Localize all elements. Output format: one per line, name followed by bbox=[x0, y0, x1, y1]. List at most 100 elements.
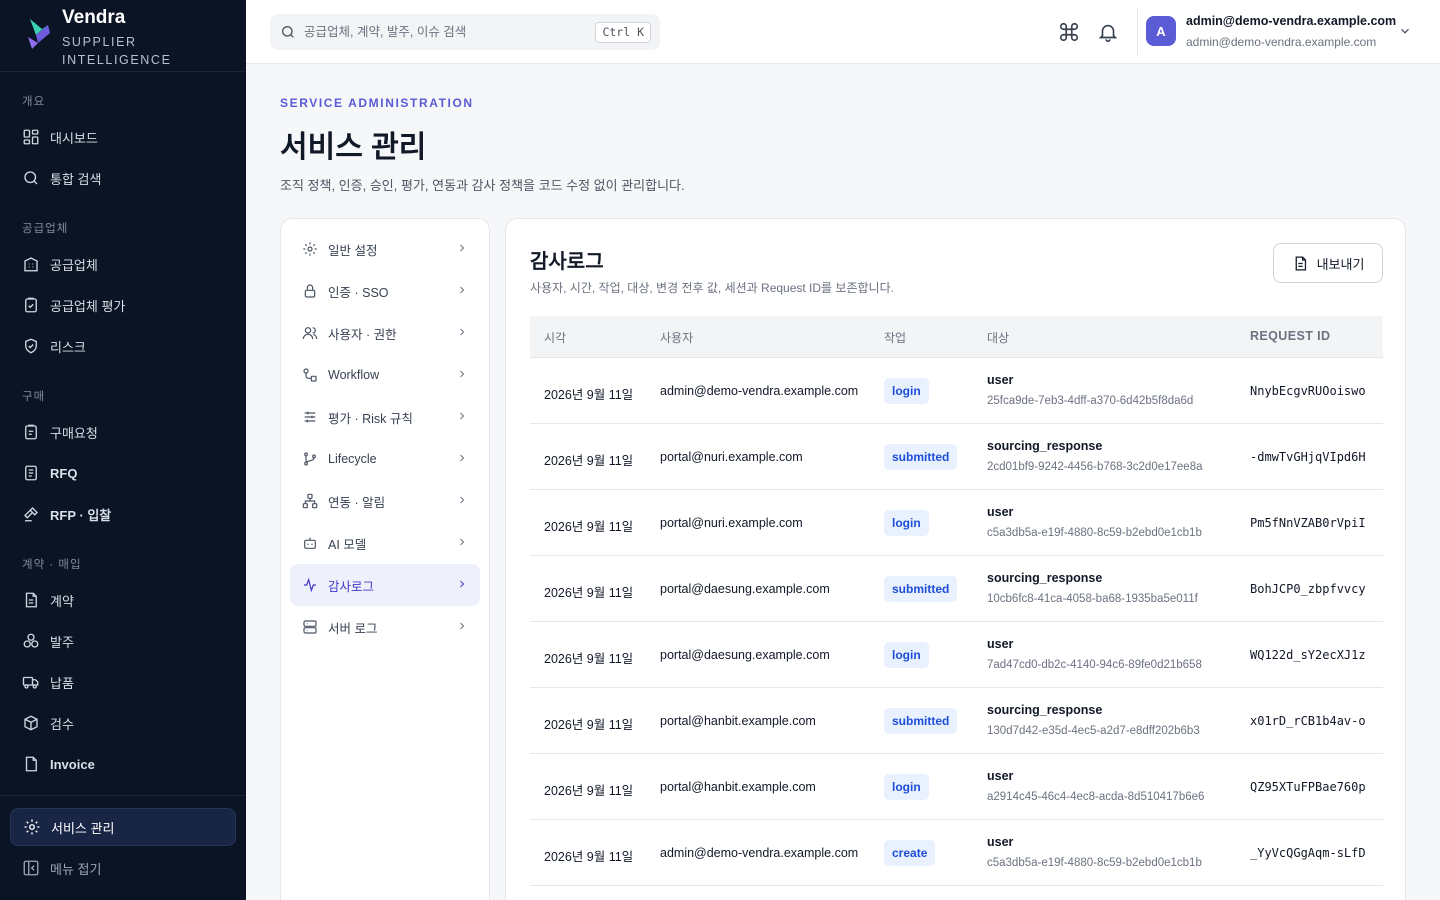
table-row[interactable]: 2026년 9월 11일 portal@nuri.example.com log… bbox=[530, 490, 1383, 556]
cell-target-id: 130d7d42-e35d-4ec5-a2d7-e8dff202b6b3 bbox=[987, 725, 1200, 737]
export-button[interactable]: 내보내기 bbox=[1273, 243, 1383, 283]
table-row[interactable]: 2026년 9월 11일 admin@demo-vendra.example.c… bbox=[530, 358, 1383, 424]
cell-target: sourcing_response bbox=[987, 571, 1103, 585]
cell-request-id: WQ122d_sY2ecXJ1z bbox=[1250, 648, 1366, 662]
table-row[interactable]: 2026년 9월 11일 portal@daesung.example.com … bbox=[530, 622, 1383, 688]
sidebar-item-rfq[interactable]: RFQ bbox=[10, 454, 236, 492]
sidebar-item-rfp[interactable]: RFP · 입찰 bbox=[10, 495, 236, 533]
table-row[interactable]: 2026년 9월 11일 portal@hanbit.example.com s… bbox=[530, 688, 1383, 754]
sidebar-collapse-button[interactable]: 메뉴 접기 bbox=[10, 849, 236, 887]
table-row[interactable]: 2026년 9월 11일 portal@daesung.example.com … bbox=[530, 556, 1383, 622]
nav-section-purchasing: 구매 bbox=[22, 391, 46, 403]
avatar[interactable]: A bbox=[1146, 16, 1176, 46]
column-header-user[interactable]: 사용자 bbox=[660, 329, 693, 346]
cell-user: admin@demo-vendra.example.com bbox=[660, 846, 859, 860]
settings-item-users[interactable]: 사용자 · 권한 bbox=[290, 312, 480, 354]
nav-section-suppliers: 공급업체 bbox=[22, 223, 69, 235]
cell-request-id: x01rD_rCB1b4av-o bbox=[1250, 714, 1366, 728]
search-input[interactable] bbox=[304, 25, 584, 39]
settings-item-audit-log[interactable]: 감사로그 bbox=[290, 564, 480, 606]
chevron-right-icon bbox=[460, 328, 465, 336]
settings-item-ai-model[interactable]: AI 모델 bbox=[290, 522, 480, 564]
settings-item-label: 연동 · 알림 bbox=[328, 495, 386, 510]
table-header: 시각 사용자 작업 대상 REQUEST ID bbox=[530, 316, 1383, 358]
receipt-icon bbox=[22, 755, 40, 773]
sidebar-item-contracts[interactable]: 계약 bbox=[10, 581, 236, 619]
sidebar-item-inspection[interactable]: 검수 bbox=[10, 704, 236, 742]
sidebar-item-orders[interactable]: 발주 bbox=[10, 622, 236, 660]
column-header-action[interactable]: 작업 bbox=[884, 329, 906, 346]
action-badge: submitted bbox=[884, 444, 958, 470]
chevron-right-icon bbox=[460, 454, 465, 462]
action-badge: login bbox=[884, 642, 929, 668]
cell-target-id: 7ad47cd0-db2c-4140-94c6-89fe0d21b658 bbox=[987, 659, 1202, 671]
page-description: 조직 정책, 인증, 승인, 평가, 연동과 감사 정책을 코드 수정 없이 관… bbox=[280, 178, 685, 193]
document-icon bbox=[22, 464, 40, 482]
sidebar-item-dashboard[interactable]: 대시보드 bbox=[10, 118, 236, 156]
settings-item-auth-sso[interactable]: 인증 · SSO bbox=[290, 270, 480, 312]
sidebar-item-risk[interactable]: 리스크 bbox=[10, 327, 236, 365]
cell-target: user bbox=[987, 637, 1014, 651]
sidebar-item-label: 계약 bbox=[50, 593, 74, 609]
table-row[interactable]: 2026년 9월 11일 admin@demo-vendra.example.c… bbox=[530, 820, 1383, 886]
grid-icon bbox=[22, 128, 40, 146]
user-name[interactable]: admin@demo-vendra.example.com bbox=[1186, 14, 1396, 28]
chevron-right-icon bbox=[460, 538, 465, 546]
sidebar-item-label: 통합 검색 bbox=[50, 171, 102, 187]
chevron-down-icon[interactable] bbox=[1398, 24, 1412, 38]
column-header-time[interactable]: 시각 bbox=[544, 329, 566, 346]
settings-item-lifecycle[interactable]: Lifecycle bbox=[290, 438, 480, 480]
page-title: 서비스 관리 bbox=[280, 131, 427, 164]
bell-icon[interactable] bbox=[1097, 21, 1119, 43]
sidebar-item-suppliers[interactable]: 공급업체 bbox=[10, 245, 236, 283]
settings-item-label: 감사로그 bbox=[328, 579, 375, 594]
bot-icon bbox=[302, 535, 318, 551]
action-badge: create bbox=[884, 840, 936, 866]
sidebar-item-label: 구매요청 bbox=[50, 425, 98, 441]
sidebar-item-invoice[interactable]: Invoice bbox=[10, 745, 236, 783]
cell-user: portal@nuri.example.com bbox=[660, 450, 803, 464]
chevron-right-icon bbox=[460, 412, 465, 420]
sidebar-item-service-admin[interactable]: 서비스 관리 bbox=[10, 808, 236, 846]
sidebar-item-delivery[interactable]: 납품 bbox=[10, 663, 236, 701]
column-header-target[interactable]: 대상 bbox=[987, 329, 1009, 346]
cell-request-id: QZ95XTuFPBae760p bbox=[1250, 780, 1366, 794]
table-row[interactable]: 2026년 9월 11일 portal@hanbit.example.com l… bbox=[530, 754, 1383, 820]
cell-user: admin@demo-vendra.example.com bbox=[660, 384, 859, 398]
settings-item-integrations[interactable]: 연동 · 알림 bbox=[290, 480, 480, 522]
settings-item-workflow[interactable]: Workflow bbox=[290, 354, 480, 396]
sidebar-item-supplier-evaluation[interactable]: 공급업체 평가 bbox=[10, 286, 236, 324]
column-header-request-id[interactable]: REQUEST ID bbox=[1250, 329, 1330, 343]
cell-target-id: 10cb6fc8-41ca-4058-ba68-1935ba5e011f bbox=[987, 593, 1198, 605]
settings-item-label: Workflow bbox=[328, 368, 380, 382]
lock-icon bbox=[302, 283, 318, 299]
sidebar-item-search[interactable]: 통합 검색 bbox=[10, 159, 236, 197]
nav-section-overview: 개요 bbox=[22, 96, 46, 108]
settings-item-label: 일반 설정 bbox=[328, 243, 378, 258]
settings-item-risk-rules[interactable]: 평가 · Risk 규칙 bbox=[290, 396, 480, 438]
cell-time: 2026년 9월 11일 bbox=[544, 850, 634, 864]
sliders-icon bbox=[302, 409, 318, 425]
clipboard-icon bbox=[22, 423, 40, 441]
sidebar-item-label: 공급업체 bbox=[50, 257, 98, 273]
network-icon bbox=[302, 493, 318, 509]
audit-title: 감사로그 bbox=[530, 251, 604, 273]
command-icon[interactable] bbox=[1058, 21, 1080, 43]
action-badge: login bbox=[884, 378, 929, 404]
cell-target-id: c5a3db5a-e19f-4880-8c59-b2ebd0e1cb1b bbox=[987, 527, 1202, 539]
action-badge: submitted bbox=[884, 708, 958, 734]
global-search[interactable]: Ctrl K bbox=[270, 14, 660, 50]
cell-target: user bbox=[987, 373, 1014, 387]
sidebar-item-label: 서비스 관리 bbox=[51, 820, 115, 836]
gavel-icon bbox=[22, 505, 40, 523]
settings-item-server-log[interactable]: 서버 로그 bbox=[290, 606, 480, 648]
cell-target-id: a2914c45-46c4-4ec8-acda-8d510417b6e6 bbox=[987, 791, 1205, 803]
sidebar-item-label: RFP · 입찰 bbox=[50, 507, 112, 523]
cell-request-id: NnybEcgvRUOoiswo bbox=[1250, 384, 1366, 398]
brand[interactable]: Vendra SUPPLIER INTELLIGENCE bbox=[0, 0, 246, 72]
cell-request-id: _YyVcQGgAqm-sLfD bbox=[1250, 846, 1366, 860]
settings-item-general[interactable]: 일반 설정 bbox=[290, 228, 480, 270]
sidebar-item-label: 발주 bbox=[50, 634, 74, 650]
sidebar-item-purchase-request[interactable]: 구매요청 bbox=[10, 413, 236, 451]
table-row[interactable]: 2026년 9월 11일 portal@nuri.example.com sub… bbox=[530, 424, 1383, 490]
